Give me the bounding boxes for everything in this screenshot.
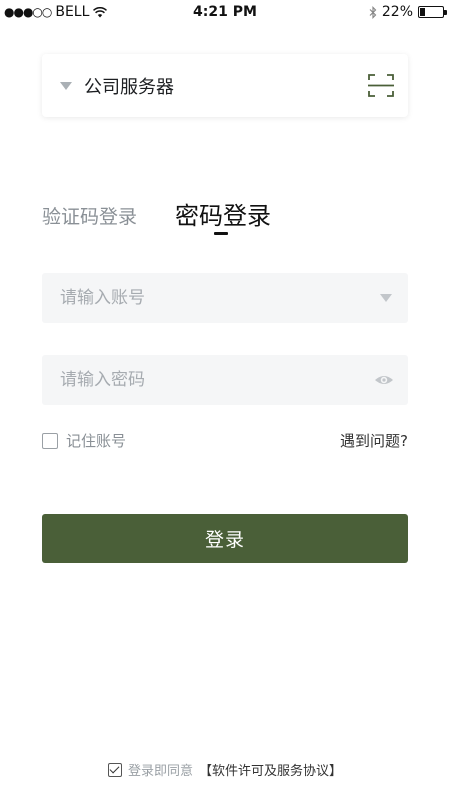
- battery-percent: 22%: [381, 4, 413, 20]
- remember-checkbox[interactable]: [42, 432, 58, 449]
- battery-level: [420, 8, 425, 16]
- server-selector[interactable]: 公司服务器: [42, 54, 408, 117]
- remember-label: 记住账号: [66, 432, 127, 450]
- account-input[interactable]: [42, 273, 342, 323]
- battery-icon: [418, 6, 447, 18]
- account-dropdown-icon[interactable]: [380, 294, 392, 302]
- active-tab-indicator: [214, 232, 228, 235]
- dropdown-caret-icon: [60, 81, 72, 90]
- agreement-text: 登录即同意: [127, 764, 193, 779]
- battery-info: 22%: [369, 4, 447, 20]
- login-button[interactable]: 登录: [42, 514, 408, 563]
- agreement-link[interactable]: 【软件许可及服务协议】: [199, 760, 342, 779]
- tab-password-login[interactable]: 密码登录: [175, 196, 271, 231]
- status-bar: ●●●○○ BELL 4:21 PM 22%: [0, 0, 450, 26]
- account-field: [42, 273, 408, 323]
- remember-account[interactable]: 记住账号: [42, 430, 126, 451]
- password-field: [42, 355, 408, 405]
- server-name: 公司服务器: [84, 76, 174, 98]
- bluetooth-icon: [369, 5, 377, 19]
- show-password-eye-icon[interactable]: [374, 372, 394, 388]
- tab-sms-login[interactable]: 验证码登录: [42, 202, 137, 229]
- scan-icon[interactable]: [368, 73, 394, 98]
- agreement-checkbox[interactable]: [107, 762, 122, 777]
- agreement-row: 登录即同意 【软件许可及服务协议】: [0, 760, 450, 779]
- password-input[interactable]: [42, 355, 342, 405]
- help-link[interactable]: 遇到问题?: [340, 430, 408, 451]
